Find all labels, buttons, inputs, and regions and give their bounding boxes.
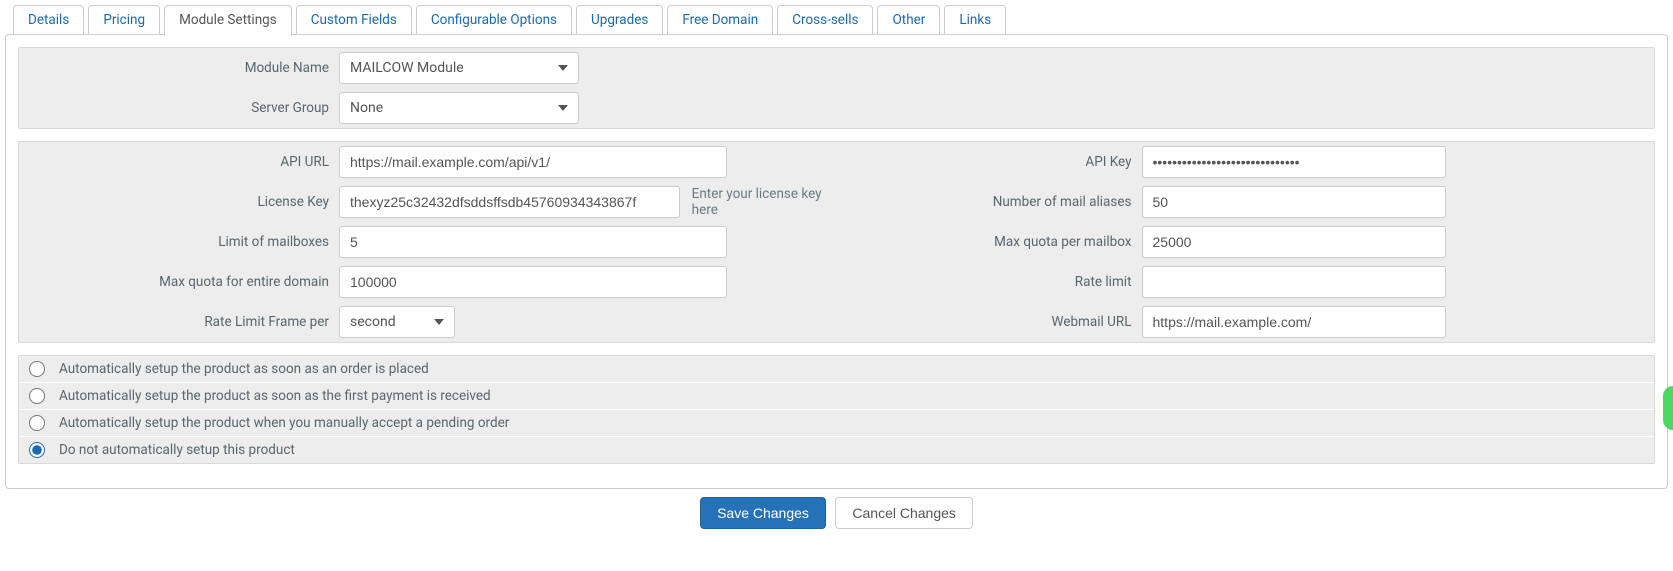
license-key-input[interactable] [339,186,680,218]
chevron-down-icon [558,65,568,71]
api-key-label: API Key [837,148,1142,176]
auto-setup-label-0[interactable]: Automatically setup the product as soon … [59,361,429,377]
auto-setup-section: Automatically setup the product as soon … [18,355,1655,464]
tab-upgrades[interactable]: Upgrades [576,5,663,35]
api-url-label: API URL [19,148,339,176]
module-fields-section: API URL License Key Enter your license k… [18,141,1655,343]
max-quota-domain-input[interactable] [339,266,727,298]
auto-setup-label-3[interactable]: Do not automatically setup this product [59,442,295,458]
auto-setup-radio-0[interactable] [29,361,45,377]
mail-aliases-input[interactable] [1142,186,1446,218]
cancel-button[interactable]: Cancel Changes [835,497,973,529]
max-quota-mailbox-input[interactable] [1142,226,1446,258]
tab-pricing[interactable]: Pricing [88,5,160,35]
auto-setup-label-2[interactable]: Automatically setup the product when you… [59,415,509,431]
mail-aliases-label: Number of mail aliases [837,188,1142,216]
license-key-help: Enter your license key here [692,186,831,218]
limit-mailboxes-input[interactable] [339,226,727,258]
tab-custom-fields[interactable]: Custom Fields [296,5,412,35]
module-name-select[interactable]: MAILCOW Module [339,52,579,84]
license-key-label: License Key [19,188,339,216]
server-group-select[interactable]: None [339,92,579,124]
tab-cross-sells[interactable]: Cross-sells [777,5,873,35]
rate-limit-frame-label: Rate Limit Frame per [19,308,339,336]
api-url-input[interactable] [339,146,727,178]
tab-other[interactable]: Other [877,5,940,35]
webmail-url-input[interactable] [1142,306,1446,338]
save-button[interactable]: Save Changes [700,497,826,529]
auto-setup-radio-1[interactable] [29,388,45,404]
server-group-value: None [350,100,383,116]
rate-limit-frame-select[interactable]: second [339,306,455,338]
tab-module-settings[interactable]: Module Settings [164,5,292,36]
module-name-label: Module Name [19,54,339,82]
tab-configurable-options[interactable]: Configurable Options [416,5,572,35]
max-quota-domain-label: Max quota for entire domain [19,268,339,296]
module-server-section: Module Name MAILCOW Module Server Group … [18,47,1655,129]
webmail-url-label: Webmail URL [837,308,1142,336]
chevron-down-icon [558,105,568,111]
auto-setup-radio-3[interactable] [29,442,45,458]
module-name-value: MAILCOW Module [350,60,464,76]
auto-setup-label-1[interactable]: Automatically setup the product as soon … [59,388,491,404]
module-settings-panel: Module Name MAILCOW Module Server Group … [5,34,1668,489]
auto-setup-radio-2[interactable] [29,415,45,431]
tab-free-domain[interactable]: Free Domain [667,5,773,35]
chevron-down-icon [434,319,444,325]
rate-limit-input[interactable] [1142,266,1446,298]
action-buttons: Save Changes Cancel Changes [5,489,1668,533]
rate-limit-frame-value: second [350,314,396,330]
rate-limit-label: Rate limit [837,268,1142,296]
limit-mailboxes-label: Limit of mailboxes [19,228,339,256]
tab-details[interactable]: Details [13,5,84,35]
api-key-input[interactable] [1142,146,1446,178]
tabs: Details Pricing Module Settings Custom F… [13,5,1668,35]
tab-links[interactable]: Links [944,5,1006,35]
side-help-tab[interactable] [1663,386,1673,430]
server-group-label: Server Group [19,94,339,122]
max-quota-mailbox-label: Max quota per mailbox [837,228,1142,256]
